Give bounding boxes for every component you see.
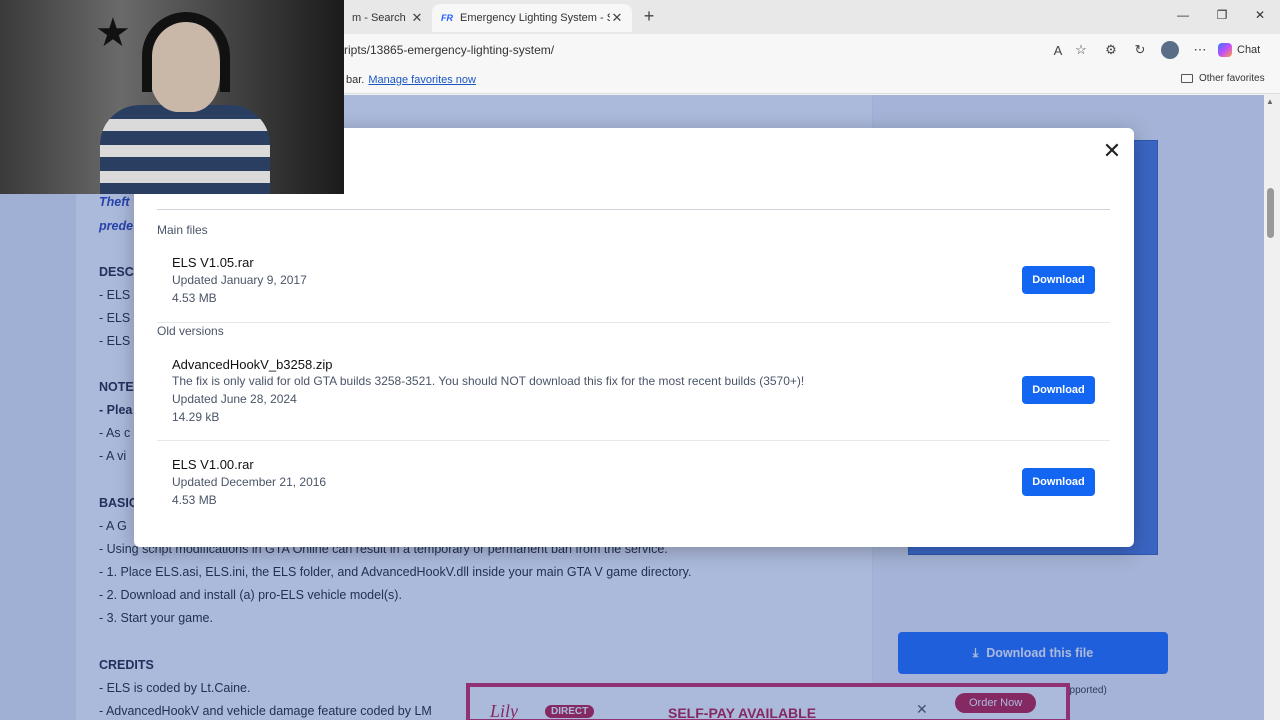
copilot-icon [1218,43,1232,57]
download-button[interactable]: Download [1022,266,1095,294]
divider [157,209,1110,210]
manage-favorites-link[interactable]: Manage favorites now [368,74,476,86]
read-aloud-icon[interactable]: A [1050,42,1066,58]
divider [157,440,1110,441]
divider [157,322,1110,323]
file-updated: Updated January 9, 2017 [172,273,307,287]
webcam-person-body [100,105,270,194]
webcam-overlay: ★ [0,0,344,194]
favorites-hint-text: bar. [346,74,365,86]
file-size: 14.29 kB [172,410,220,424]
section-old-versions: Old versions [157,324,224,338]
file-updated: Updated December 21, 2016 [172,475,327,489]
tab-search[interactable]: m - Search ✕ [344,4,432,32]
star-decoration-icon: ★ [95,11,131,55]
chat-label: Chat [1237,44,1261,56]
file-note: The fix is only valid for old GTA builds… [172,374,805,388]
favorite-star-icon[interactable]: ☆ [1073,42,1089,58]
download-button[interactable]: Download [1022,376,1095,404]
window-close-icon[interactable]: ✕ [1250,8,1270,22]
new-tab-icon[interactable]: + [638,6,660,28]
tab-close-icon[interactable]: ✕ [410,10,424,26]
section-main-files: Main files [157,223,208,237]
other-favorites-label: Other favorites [1199,73,1265,84]
scrollbar-thumb[interactable] [1267,188,1274,238]
scroll-up-icon[interactable]: ▲ [1266,97,1274,106]
url-field[interactable]: ripts/13865-emergency-lighting-system/ [344,43,554,57]
extensions-icon[interactable]: ⚙ [1103,42,1119,58]
file-size: 4.53 MB [172,493,217,507]
tab-title: m - Search [352,12,406,24]
headphones-icon [142,12,230,92]
file-name: ELS V1.00.rar [172,457,254,472]
file-name: ELS V1.05.rar [172,255,254,270]
download-button[interactable]: Download [1022,468,1095,496]
file-size: 4.53 MB [172,291,217,305]
chat-button[interactable]: Chat [1218,41,1260,59]
site-favicon-icon: FR [441,13,453,23]
more-icon[interactable]: ⋯ [1192,42,1208,58]
file-name: AdvancedHookV_b3258.zip [172,357,333,372]
history-icon[interactable]: ↻ [1132,42,1148,58]
profile-avatar[interactable] [1161,41,1179,59]
tab-emergency-lighting[interactable]: FR Emergency Lighting System - Scrip ✕ [432,4,632,32]
tab-close-icon[interactable]: ✕ [610,10,624,26]
restore-icon[interactable]: ❐ [1212,8,1232,22]
tab-title: Emergency Lighting System - Scrip [460,12,610,24]
minimize-icon[interactable]: — [1173,8,1193,22]
folder-icon [1181,74,1193,83]
favorites-hint: bar. Manage favorites now [346,74,476,86]
file-updated: Updated June 28, 2024 [172,392,297,406]
other-favorites-button[interactable]: Other favorites [1181,73,1265,84]
close-icon[interactable]: ✕ [1101,140,1123,163]
